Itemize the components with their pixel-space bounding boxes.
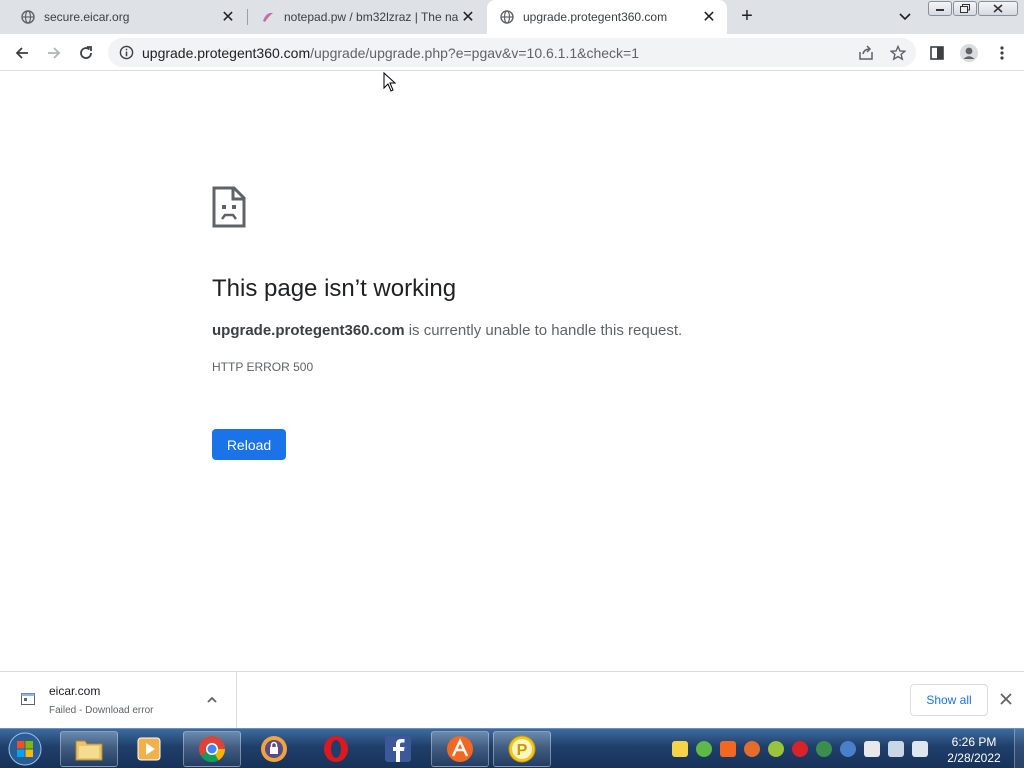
close-window-button[interactable] — [978, 1, 1018, 16]
taskbar-orange-app[interactable] — [431, 731, 489, 767]
forward-button[interactable] — [43, 42, 65, 64]
taskbar-protegent[interactable]: P — [493, 731, 551, 767]
plus-tray-icon[interactable] — [768, 741, 784, 757]
close-tab-icon[interactable]: ✕ — [701, 9, 717, 26]
url-text: upgrade.protegent360.com/upgrade/upgrade… — [142, 45, 639, 61]
back-arrow-icon — [15, 47, 28, 59]
tab-search-icon[interactable] — [896, 8, 914, 26]
tab-strip: secure.eicar.org ✕ notepad.pw / bm32lzra… — [0, 0, 1024, 34]
clock-date: 2/28/2022 — [947, 751, 1001, 765]
action-center-flag-icon[interactable] — [864, 741, 880, 757]
url-path: /upgrade/upgrade.php?e=pgav&v=10.6.1.1&c… — [310, 44, 640, 61]
profile-button[interactable] — [958, 42, 980, 64]
notepad-icon — [260, 9, 276, 25]
back-button[interactable] — [11, 42, 33, 64]
tab-notepad[interactable]: notepad.pw / bm32lzraz | The na ✕ — [240, 0, 486, 34]
globe-icon — [20, 9, 36, 25]
maximize-button[interactable] — [953, 1, 977, 16]
lock-browser-icon — [261, 736, 287, 762]
orange-app-icon — [447, 736, 473, 762]
kebab-menu-icon — [1000, 46, 1004, 60]
side-panel-icon — [930, 46, 944, 60]
download-status: Failed - Download error — [49, 705, 154, 716]
bookmark-button[interactable] — [887, 42, 909, 64]
side-panel-button[interactable] — [926, 42, 948, 64]
taskbar-clock[interactable]: 6:26 PM 2/28/2022 — [940, 734, 1008, 766]
close-tab-icon[interactable]: ✕ — [220, 9, 236, 26]
url-host: upgrade.protegent360.com — [142, 44, 311, 61]
download-filename: eicar.com — [49, 684, 101, 698]
download-shelf: eicar.com Failed - Download error Show a… — [0, 671, 1024, 728]
close-tab-icon[interactable]: ✕ — [460, 9, 476, 26]
mouse-cursor-icon — [383, 72, 397, 92]
info-icon[interactable] — [119, 45, 134, 60]
media-player-icon — [137, 737, 161, 761]
error-code: HTTP ERROR 500 — [212, 360, 314, 374]
download-item[interactable]: eicar.com Failed - Download error — [0, 672, 237, 728]
chrome-icon — [199, 736, 226, 763]
tab-title: notepad.pw / bm32lzraz | The na — [284, 10, 459, 24]
shield-tray-icon[interactable] — [744, 741, 760, 757]
close-shelf-icon[interactable] — [998, 691, 1014, 707]
tab-title: secure.eicar.org — [44, 10, 130, 24]
start-button[interactable] — [4, 730, 46, 768]
orange-tray-icon[interactable] — [720, 741, 736, 757]
system-tray — [672, 737, 936, 761]
blue-tray-icon[interactable] — [840, 741, 856, 757]
forward-arrow-icon — [48, 47, 61, 59]
facebook-icon — [385, 736, 411, 762]
taskbar-chrome[interactable] — [183, 731, 241, 767]
taskbar-facebook[interactable] — [369, 731, 427, 767]
sad-page-icon — [212, 186, 246, 228]
taskbar-file-explorer[interactable] — [60, 731, 118, 767]
network-tray-icon[interactable] — [888, 741, 904, 757]
share-icon — [859, 45, 873, 60]
reload-button[interactable]: Reload — [212, 429, 286, 460]
star-icon — [890, 45, 906, 61]
menu-button[interactable] — [991, 42, 1013, 64]
tab-secure-eicar[interactable]: secure.eicar.org ✕ — [0, 0, 246, 34]
error-page: This page isn’t working upgrade.protegen… — [0, 72, 1024, 671]
profile-avatar-icon — [960, 44, 978, 62]
globe-icon — [499, 9, 515, 25]
clock-time: 6:26 PM — [951, 735, 997, 749]
network-globe-tray-icon[interactable] — [816, 741, 832, 757]
taskbar-browser-lock[interactable] — [245, 731, 303, 767]
taskbar-opera[interactable] — [307, 731, 365, 767]
volume-icon[interactable] — [912, 741, 928, 757]
windows-taskbar: P 6:26 PM 2/28/2022 — [0, 728, 1024, 768]
new-tab-button[interactable]: + — [736, 6, 758, 28]
minimize-button[interactable] — [928, 1, 952, 16]
file-icon — [21, 693, 35, 705]
tab-protegent[interactable]: upgrade.protegent360.com ✕ — [487, 0, 727, 34]
opera-icon — [324, 736, 348, 762]
error-message: upgrade.protegent360.com is currently un… — [212, 322, 682, 339]
error-title: This page isn’t working — [212, 275, 457, 302]
share-button[interactable] — [855, 42, 877, 64]
green-tray-icon[interactable] — [696, 741, 712, 757]
show-desktop-button[interactable] — [1014, 729, 1024, 768]
chevron-up-icon[interactable] — [205, 693, 219, 707]
error-message-text: is currently unable to handle this reque… — [404, 322, 683, 339]
error-host: upgrade.protegent360.com — [212, 322, 405, 339]
browser-toolbar: upgrade.protegent360.com/upgrade/upgrade… — [0, 34, 1024, 71]
opera-tray-icon[interactable] — [792, 741, 808, 757]
taskbar-media-player[interactable] — [120, 731, 178, 767]
show-all-button[interactable]: Show all — [910, 684, 988, 716]
protegent-icon: P — [508, 735, 536, 763]
windows-logo-icon — [8, 732, 42, 766]
address-bar[interactable]: upgrade.protegent360.com/upgrade/upgrade… — [108, 38, 916, 67]
reload-toolbar-button[interactable] — [75, 42, 97, 64]
protegent-tray-icon[interactable] — [672, 741, 688, 757]
tab-title: upgrade.protegent360.com — [523, 10, 668, 24]
folder-icon — [75, 740, 103, 761]
svg-text:P: P — [517, 742, 528, 759]
refresh-icon — [80, 46, 92, 59]
